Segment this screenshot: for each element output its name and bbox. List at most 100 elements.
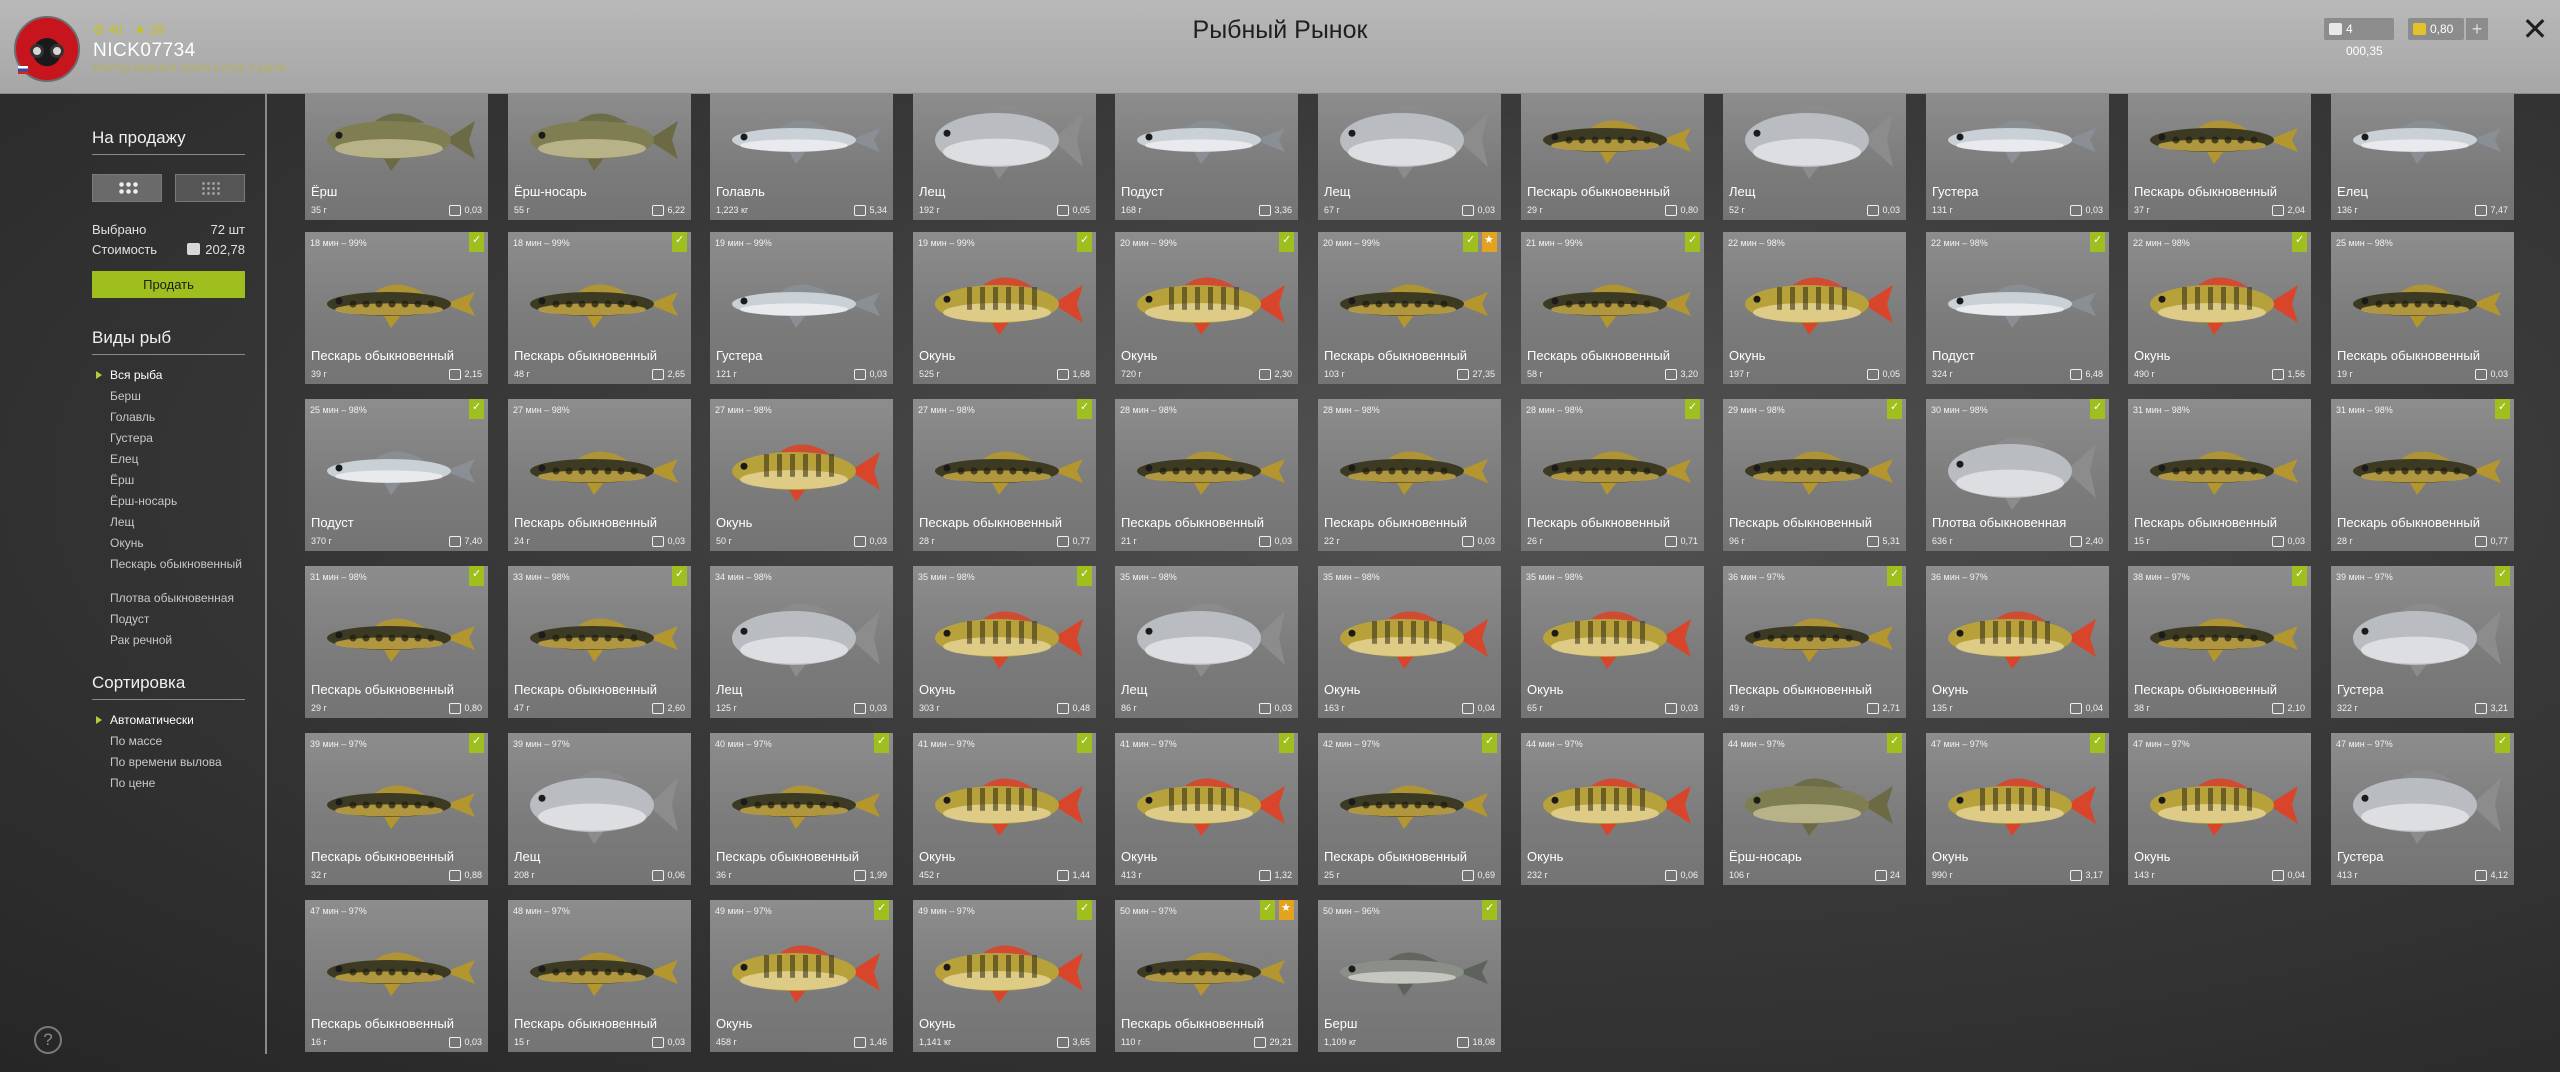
fish-card[interactable]: 27 мин – 98% Пескарь обыкновенный 28 г 0,77 — [913, 399, 1096, 551]
fish-card[interactable]: 48 мин – 97% Пескарь обыкновенный 15 г 0,03 — [508, 900, 691, 1052]
fish-card[interactable]: 31 мин – 98% Пескарь обыкновенный 15 г 0,03 — [2128, 399, 2311, 551]
fish-card[interactable]: Пескарь обыкновенный 29 г 0,80 — [1521, 94, 1704, 220]
selected-check-icon[interactable] — [672, 566, 687, 586]
selected-check-icon[interactable] — [1077, 232, 1092, 252]
fish-card[interactable]: 44 мин – 97% Ёрш-носарь 106 г 24 — [1723, 733, 1906, 885]
sort-option-time[interactable]: По времени вылова — [92, 755, 245, 776]
selected-check-icon[interactable] — [1279, 733, 1294, 753]
selected-check-icon[interactable] — [1463, 232, 1478, 252]
selected-check-icon[interactable] — [2495, 733, 2510, 753]
species-filter-item[interactable]: Елец — [92, 452, 245, 473]
fish-card[interactable]: 39 мин – 97% Пескарь обыкновенный 32 г 0,88 — [305, 733, 488, 885]
fish-card[interactable]: 36 мин – 97% Окунь 135 г 0,04 — [1926, 566, 2109, 718]
selected-check-icon[interactable] — [1887, 733, 1902, 753]
fish-card[interactable]: 20 мин – 99% Пескарь обыкновенный 103 г 27,… — [1318, 232, 1501, 384]
fish-card[interactable]: Лещ 67 г 0,03 — [1318, 94, 1501, 220]
species-filter-all[interactable]: Вся рыба — [92, 368, 245, 389]
add-currency-button[interactable]: + — [2466, 18, 2488, 40]
selected-check-icon[interactable] — [1685, 232, 1700, 252]
species-filter-item[interactable]: Окунь — [92, 536, 245, 557]
sort-option-auto[interactable]: Автоматически — [92, 713, 245, 734]
fish-card[interactable]: 28 мин – 98% Пескарь обыкновенный 21 г 0,03 — [1115, 399, 1298, 551]
small-grid-view-button[interactable] — [175, 174, 245, 202]
selected-check-icon[interactable] — [2090, 733, 2105, 753]
fish-card[interactable]: 22 мин – 98% Окунь 197 г 0,05 — [1723, 232, 1906, 384]
selected-check-icon[interactable] — [2090, 232, 2105, 252]
fish-card[interactable]: 35 мин – 98% Лещ 86 г 0,03 — [1115, 566, 1298, 718]
species-filter-item[interactable]: Рак речной — [92, 633, 245, 654]
sort-option-mass[interactable]: По массе — [92, 734, 245, 755]
selected-check-icon[interactable] — [874, 900, 889, 920]
species-filter-item[interactable]: Плотва обыкновенная — [92, 591, 245, 612]
help-icon[interactable]: ? — [34, 1026, 62, 1054]
fish-card[interactable]: 42 мин – 97% Пескарь обыкновенный 25 г 0,69 — [1318, 733, 1501, 885]
fish-card[interactable]: 50 мин – 96% Берш 1,109 кг 18,08 — [1318, 900, 1501, 1052]
fish-card[interactable]: 25 мин – 98% Пескарь обыкновенный 19 г 0,03 — [2331, 232, 2514, 384]
fish-card[interactable]: 47 мин – 97% Окунь 143 г 0,04 — [2128, 733, 2311, 885]
fish-card[interactable]: Ёрш 35 г 0,03 — [305, 94, 488, 220]
fish-card[interactable]: Голавль 1,223 кг 5,34 — [710, 94, 893, 220]
fish-card[interactable]: 25 мин – 98% Подуст 370 г 7,40 — [305, 399, 488, 551]
close-icon[interactable]: ✕ — [2520, 13, 2550, 45]
fish-card[interactable]: 30 мин – 98% Плотва обыкновенная 636 г 2,40 — [1926, 399, 2109, 551]
fish-card[interactable]: Подуст 168 г 3,36 — [1115, 94, 1298, 220]
fish-card[interactable]: 47 мин – 97% Густера 413 г 4,12 — [2331, 733, 2514, 885]
species-filter-item[interactable]: Берш — [92, 389, 245, 410]
selected-check-icon[interactable] — [1077, 900, 1092, 920]
fish-card[interactable]: 33 мин – 98% Пескарь обыкновенный 47 г 2,60 — [508, 566, 691, 718]
fish-card[interactable]: 34 мин – 98% Лещ 125 г 0,03 — [710, 566, 893, 718]
selected-check-icon[interactable] — [2090, 399, 2105, 419]
fish-card[interactable]: 41 мин – 97% Окунь 452 г 1,44 — [913, 733, 1096, 885]
fish-card[interactable]: Пескарь обыкновенный 37 г 2,04 — [2128, 94, 2311, 220]
fish-card[interactable]: 20 мин – 99% Окунь 720 г 2,30 — [1115, 232, 1298, 384]
selected-check-icon[interactable] — [874, 733, 889, 753]
fish-card[interactable]: 39 мин – 97% Лещ 208 г 0,06 — [508, 733, 691, 885]
selected-check-icon[interactable] — [469, 399, 484, 419]
selected-check-icon[interactable] — [1887, 566, 1902, 586]
fish-card[interactable]: Лещ 52 г 0,03 — [1723, 94, 1906, 220]
selected-check-icon[interactable] — [2495, 399, 2510, 419]
selected-check-icon[interactable] — [469, 232, 484, 252]
fish-card[interactable]: 35 мин – 98% Окунь 163 г 0,04 — [1318, 566, 1501, 718]
selected-check-icon[interactable] — [1077, 399, 1092, 419]
selected-check-icon[interactable] — [469, 566, 484, 586]
selected-check-icon[interactable] — [469, 733, 484, 753]
fish-card[interactable]: 35 мин – 98% Окунь 303 г 0,48 — [913, 566, 1096, 718]
fish-card[interactable]: 22 мин – 98% Окунь 490 г 1,56 — [2128, 232, 2311, 384]
fish-card[interactable]: 47 мин – 97% Пескарь обыкновенный 16 г 0,03 — [305, 900, 488, 1052]
selected-check-icon[interactable] — [1887, 399, 1902, 419]
fish-card[interactable]: 35 мин – 98% Окунь 65 г 0,03 — [1521, 566, 1704, 718]
selected-check-icon[interactable] — [1077, 566, 1092, 586]
species-filter-item[interactable]: Подуст — [92, 612, 245, 633]
fish-card[interactable]: Густера 131 г 0,03 — [1926, 94, 2109, 220]
species-filter-item[interactable]: Ёрш — [92, 473, 245, 494]
selected-check-icon[interactable] — [1482, 733, 1497, 753]
selected-check-icon[interactable] — [1685, 399, 1700, 419]
fish-card[interactable]: 22 мин – 98% Подуст 324 г 6,48 — [1926, 232, 2109, 384]
sort-option-price[interactable]: По цене — [92, 776, 245, 797]
fish-card[interactable]: 31 мин – 98% Пескарь обыкновенный 28 г 0,77 — [2331, 399, 2514, 551]
fish-card[interactable]: 38 мин – 97% Пескарь обыкновенный 38 г 2,10 — [2128, 566, 2311, 718]
fish-card[interactable]: 18 мин – 99% Пескарь обыкновенный 39 г 2,15 — [305, 232, 488, 384]
fish-card[interactable]: Ёрш-носарь 55 г 6,22 — [508, 94, 691, 220]
fish-card[interactable]: 27 мин – 98% Окунь 50 г 0,03 — [710, 399, 893, 551]
fish-card[interactable]: 18 мин – 99% Пескарь обыкновенный 48 г 2,65 — [508, 232, 691, 384]
fish-card[interactable]: 39 мин – 97% Густера 322 г 3,21 — [2331, 566, 2514, 718]
fish-card[interactable]: 49 мин – 97% Окунь 458 г 1,46 — [710, 900, 893, 1052]
selected-check-icon[interactable] — [1482, 900, 1497, 920]
species-filter-item[interactable]: Пескарь обыкновенный — [92, 557, 245, 591]
species-filter-item[interactable]: Ёрш-носарь — [92, 494, 245, 515]
fish-card[interactable]: 31 мин – 98% Пескарь обыкновенный 29 г 0,80 — [305, 566, 488, 718]
large-grid-view-button[interactable] — [92, 174, 162, 202]
selected-check-icon[interactable] — [2495, 566, 2510, 586]
fish-card[interactable]: 49 мин – 97% Окунь 1,141 кг 3,65 — [913, 900, 1096, 1052]
fish-card[interactable]: 29 мин – 98% Пескарь обыкновенный 96 г 5,31 — [1723, 399, 1906, 551]
fish-card[interactable]: 28 мин – 98% Пескарь обыкновенный 22 г 0,03 — [1318, 399, 1501, 551]
fish-card[interactable]: 19 мин – 99% Густера 121 г 0,03 — [710, 232, 893, 384]
fish-card[interactable]: 27 мин – 98% Пескарь обыкновенный 24 г 0,03 — [508, 399, 691, 551]
selected-check-icon[interactable] — [2292, 232, 2307, 252]
sell-button[interactable]: Продать — [92, 271, 245, 298]
species-filter-item[interactable]: Голавль — [92, 410, 245, 431]
fish-card[interactable]: 28 мин – 98% Пескарь обыкновенный 26 г 0,71 — [1521, 399, 1704, 551]
fish-card[interactable]: 41 мин – 97% Окунь 413 г 1,32 — [1115, 733, 1298, 885]
